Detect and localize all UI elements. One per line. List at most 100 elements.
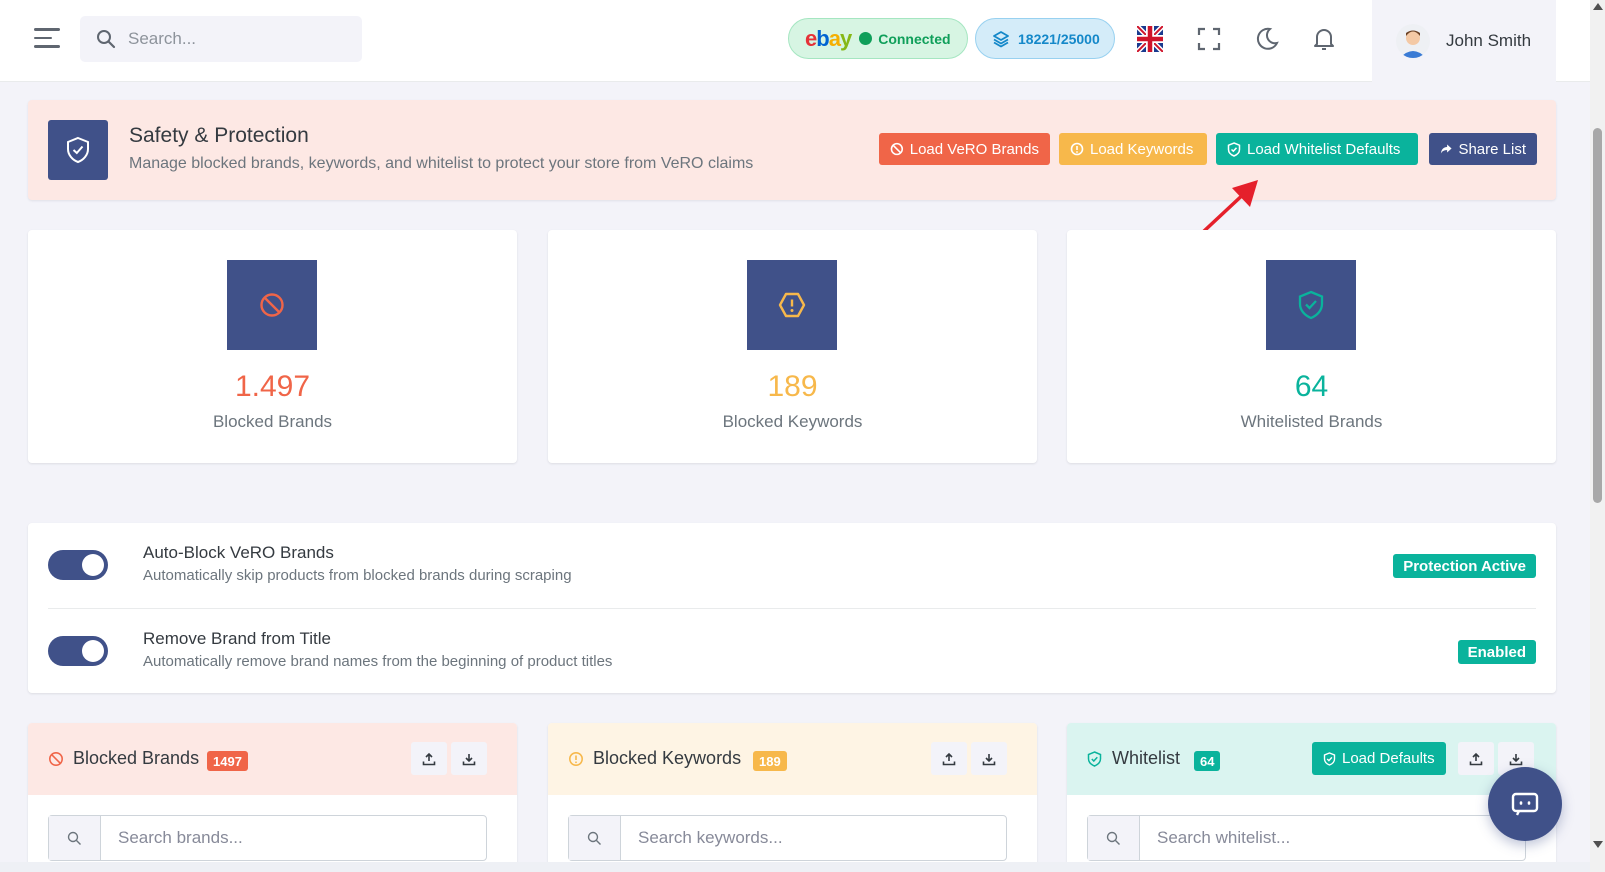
panel-title: Blocked Keywords [593, 748, 742, 768]
alert-circle-icon [1070, 142, 1084, 156]
blocked-brands-panel: Blocked Brands 1497 Search brands... [28, 723, 517, 872]
ebay-logo: ebay [805, 25, 852, 51]
status-badge: Protection Active [1393, 554, 1536, 578]
search-placeholder: Search keywords... [638, 828, 783, 847]
stat-label: Whitelisted Brands [1240, 412, 1383, 431]
toggle-title: Auto-Block VeRO Brands [143, 543, 334, 562]
check-circle-icon [859, 32, 873, 45]
share-icon [1440, 144, 1452, 154]
search-placeholder: Search whitelist... [1157, 828, 1291, 847]
keywords-search-input[interactable]: Search keywords... [568, 815, 1007, 861]
count-badge: 1497 [207, 751, 248, 771]
panel-title: Blocked Brands [73, 748, 200, 768]
stat-value: 64 [1294, 370, 1329, 403]
upload-icon [942, 752, 956, 765]
share-list-button[interactable]: Share List [1429, 133, 1537, 165]
download-icon [462, 753, 476, 765]
upload-button[interactable] [1458, 742, 1494, 775]
toggle-row-remove-brand: Remove Brand from Title Automatically re… [48, 608, 1536, 693]
stat-card-blocked-keywords: 189 Blocked Keywords [548, 230, 1037, 463]
shield-check-icon [1227, 141, 1241, 157]
bell-icon[interactable] [1309, 24, 1339, 54]
load-whitelist-defaults-label: Load Whitelist Defaults [1247, 140, 1401, 158]
count-badge: 189 [753, 751, 787, 771]
alert-octagon-icon [747, 260, 837, 350]
user-name: John Smith [1446, 31, 1532, 50]
page-bottom-edge [0, 862, 1590, 872]
stat-label: Blocked Keywords [722, 412, 863, 431]
ebay-status-badge[interactable]: ebay Connected [788, 18, 968, 59]
load-vero-brands-label: Load VeRO Brands [909, 140, 1039, 158]
ban-icon [49, 752, 63, 766]
stat-label: Blocked Brands [212, 412, 333, 431]
whitelist-search-input[interactable]: Search whitelist... [1087, 815, 1526, 861]
search-placeholder: Search brands... [118, 828, 243, 847]
credits-badge[interactable]: 18221/25000 [975, 18, 1115, 59]
share-list-label: Share List [1458, 140, 1526, 158]
status-badge: Enabled [1457, 640, 1536, 664]
search-placeholder: Search... [128, 29, 197, 48]
scroll-thumb[interactable] [1593, 128, 1602, 503]
menu-icon[interactable] [34, 28, 60, 50]
ban-icon [890, 142, 904, 156]
shield-check-icon [1266, 260, 1356, 350]
avatar [1396, 24, 1430, 58]
scroll-up-arrow[interactable] [1593, 3, 1603, 10]
user-menu[interactable]: John Smith [1372, 0, 1556, 82]
scroll-down-arrow[interactable] [1593, 841, 1603, 848]
toggle-subtitle: Automatically skip products from blocked… [143, 567, 572, 584]
search-icon [1088, 816, 1140, 860]
ebay-status-text: Connected [878, 30, 951, 47]
remove-brand-toggle[interactable] [48, 636, 108, 666]
upload-icon [1469, 752, 1483, 765]
page-scrollbar[interactable] [1590, 0, 1605, 872]
stat-card-whitelisted-brands: 64 Whitelisted Brands [1067, 230, 1556, 463]
dark-mode-icon[interactable] [1252, 24, 1282, 54]
toggle-row-auto-block: Auto-Block VeRO Brands Automatically ski… [28, 523, 1556, 608]
upload-icon [422, 752, 436, 765]
load-whitelist-defaults-button[interactable]: Load Whitelist Defaults [1216, 133, 1418, 165]
ban-icon [227, 260, 317, 350]
load-defaults-label: Load Defaults [1342, 750, 1435, 767]
upload-button[interactable] [931, 742, 967, 775]
load-vero-brands-button[interactable]: Load VeRO Brands [879, 133, 1050, 165]
search-input[interactable]: Search... [80, 16, 362, 62]
download-button[interactable] [971, 742, 1007, 775]
load-defaults-button[interactable]: Load Defaults [1312, 742, 1446, 775]
load-keywords-label: Load Keywords [1090, 140, 1194, 158]
panel-header: Blocked Brands 1497 [28, 723, 517, 795]
download-icon [1509, 753, 1523, 765]
protection-settings-card: Auto-Block VeRO Brands Automatically ski… [28, 523, 1556, 693]
stat-value: 189 [767, 370, 818, 403]
count-badge: 64 [1194, 751, 1221, 771]
credits-text: 18221/25000 [1018, 30, 1100, 47]
alert-circle-icon [569, 752, 583, 766]
search-icon [49, 816, 101, 860]
panel-header: Whitelist 64 Load Defaults [1067, 723, 1556, 795]
page-title: Safety & Protection [129, 124, 309, 147]
download-icon [982, 753, 996, 765]
auto-block-toggle[interactable] [48, 550, 108, 580]
chat-button[interactable] [1488, 767, 1562, 841]
upload-button[interactable] [411, 742, 447, 775]
safety-header-banner: Safety & Protection Manage blocked brand… [28, 100, 1556, 200]
brands-search-input[interactable]: Search brands... [48, 815, 487, 861]
stat-card-blocked-brands: 1.497 Blocked Brands [28, 230, 517, 463]
download-button[interactable] [451, 742, 487, 775]
toggle-subtitle: Automatically remove brand names from th… [143, 653, 613, 670]
search-icon [569, 816, 621, 860]
fullscreen-icon[interactable] [1194, 24, 1224, 54]
shield-check-icon [1323, 751, 1336, 766]
panel-title: Whitelist [1112, 748, 1181, 768]
search-icon [97, 30, 116, 49]
toggle-title: Remove Brand from Title [143, 629, 332, 648]
chat-icon [1511, 792, 1539, 816]
uk-flag-icon[interactable] [1135, 24, 1165, 54]
shield-icon [48, 120, 108, 180]
panel-header: Blocked Keywords 189 [548, 723, 1037, 795]
stat-value: 1.497 [234, 370, 311, 403]
topbar: Search... ebay Connected 18221/25000 Joh… [0, 0, 1590, 82]
blocked-keywords-panel: Blocked Keywords 189 Search keywords... [548, 723, 1037, 872]
load-keywords-button[interactable]: Load Keywords [1059, 133, 1207, 165]
whitelist-panel: Whitelist 64 Load Defaults Search whitel… [1067, 723, 1556, 872]
